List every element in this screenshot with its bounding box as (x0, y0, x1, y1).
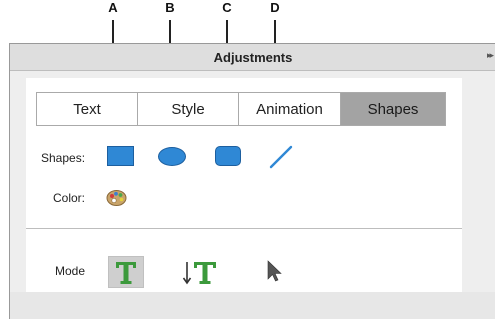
text-tool-icon[interactable] (108, 256, 144, 288)
section-divider (26, 228, 462, 229)
tab-text-label: Text (73, 100, 101, 118)
tab-style[interactable]: Style (138, 92, 239, 126)
tab-bar: Text Style Animation Shapes (36, 92, 446, 126)
callout-label-b: B (165, 0, 175, 15)
line-icon[interactable] (268, 144, 294, 170)
panel-expand-icon[interactable]: ▸▸ (487, 50, 494, 61)
tab-shapes[interactable]: Shapes (341, 92, 446, 126)
ellipse-icon[interactable] (158, 147, 186, 166)
tab-style-label: Style (171, 100, 205, 118)
rounded-rectangle-icon[interactable] (215, 146, 241, 166)
tab-shapes-label: Shapes (367, 100, 419, 118)
adjustments-panel: Adjustments ▸▸ Text Style Animation Shap… (9, 43, 495, 319)
panel-titlebar: Adjustments ▸▸ (10, 44, 495, 71)
color-palette-icon[interactable] (106, 189, 127, 207)
text-on-path-tool-icon[interactable] (181, 256, 223, 288)
mode-label: Mode (55, 264, 86, 278)
panel-content: Text Style Animation Shapes Shapes: Colo… (26, 78, 462, 292)
color-label: Color: (53, 191, 86, 205)
tab-text[interactable]: Text (36, 92, 138, 126)
rectangle-icon[interactable] (107, 146, 134, 166)
tab-animation[interactable]: Animation (239, 92, 341, 126)
panel-footer (10, 292, 495, 319)
callout-label-d: D (270, 0, 280, 15)
selection-arrow-icon[interactable] (264, 256, 284, 288)
panel-title: Adjustments (213, 50, 293, 65)
callout-label-c: C (222, 0, 232, 15)
callout-label-a: A (108, 0, 118, 15)
tab-animation-label: Animation (256, 100, 323, 118)
shapes-label: Shapes: (41, 151, 86, 165)
